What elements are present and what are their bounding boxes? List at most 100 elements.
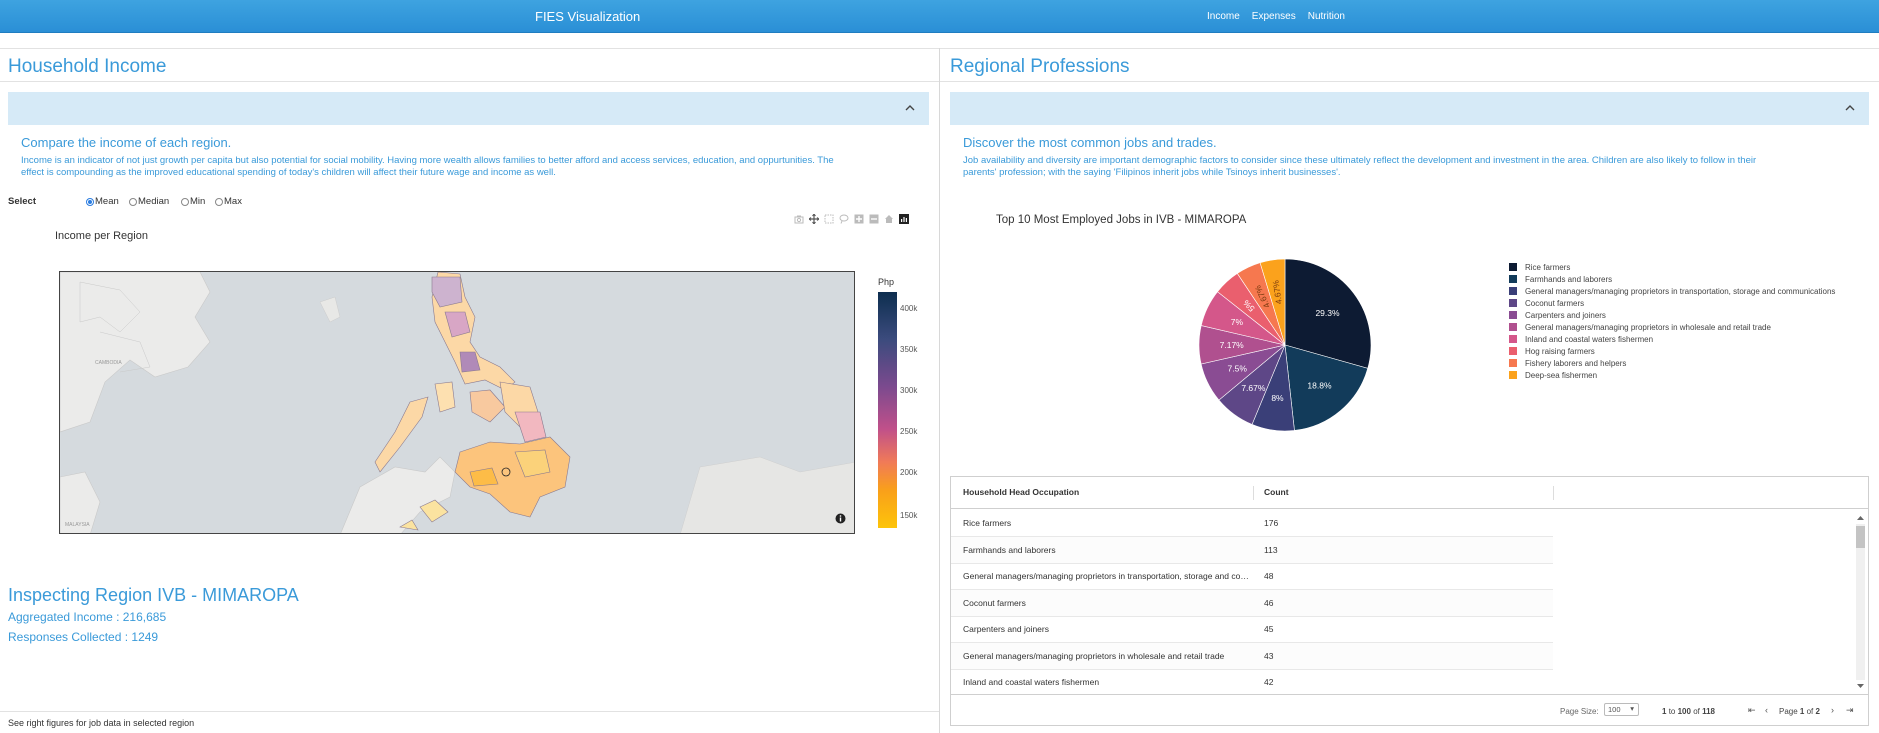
legend-item[interactable]: General managers/managing proprietors in… bbox=[1509, 285, 1835, 297]
scroll-thumb[interactable] bbox=[1856, 526, 1865, 548]
page-of-word: of bbox=[1806, 707, 1814, 716]
first-page-icon[interactable]: ⇤ bbox=[1748, 705, 1756, 716]
scroll-up-arrow-icon[interactable] bbox=[1856, 514, 1865, 522]
table-row[interactable]: Inland and coastal waters fishermen 42 bbox=[951, 669, 1553, 694]
legend-item[interactable]: Rice farmers bbox=[1509, 261, 1835, 273]
radio-min[interactable]: Min bbox=[181, 196, 205, 207]
chevron-up-icon[interactable] bbox=[1843, 101, 1857, 115]
responses-collected: Responses Collected : 1249 bbox=[8, 630, 159, 644]
radio-median-label: Median bbox=[138, 196, 170, 207]
choropleth-map[interactable]: CAMBODIA MALAYSIA bbox=[59, 271, 855, 534]
left-collapse-bar[interactable] bbox=[8, 92, 929, 125]
grid-header-count[interactable]: Count bbox=[1264, 487, 1289, 497]
nav-link-expenses[interactable]: Expenses bbox=[1252, 11, 1296, 22]
pie-slice-label: 29.3% bbox=[1315, 308, 1340, 318]
pie-chart[interactable]: 29.3%18.8%8%7.67%7.5%7.17%7%5%4.67%4.67% bbox=[1190, 250, 1380, 440]
plot-modebar bbox=[794, 213, 909, 225]
colorbar-tick: 350k bbox=[900, 345, 918, 354]
table-row[interactable]: Rice farmers 176 bbox=[951, 510, 1553, 537]
left-footer-divider bbox=[0, 711, 939, 712]
right-collapse-bar[interactable] bbox=[950, 92, 1869, 125]
lasso-icon[interactable] bbox=[839, 214, 849, 224]
grid-header-occupation[interactable]: Household Head Occupation bbox=[963, 487, 1079, 497]
grid-pager: Page Size: 100 ▾ 1 to 100 of 118 ⇤ ‹ Pag… bbox=[951, 694, 1868, 726]
next-page-icon[interactable]: › bbox=[1831, 705, 1834, 715]
range-of-word: of bbox=[1693, 707, 1700, 716]
legend-item[interactable]: Hog raising farmers bbox=[1509, 345, 1835, 357]
top-navbar: FIES Visualization Income Expenses Nutri… bbox=[0, 0, 1879, 33]
cell-count: 43 bbox=[1264, 650, 1274, 661]
right-panel-topline bbox=[940, 48, 1879, 49]
last-page-icon[interactable]: ⇥ bbox=[1846, 705, 1854, 716]
page-size-select[interactable]: 100 ▾ bbox=[1604, 703, 1639, 716]
legend-label: Hog raising farmers bbox=[1525, 346, 1595, 356]
map-canvas[interactable]: CAMBODIA MALAYSIA bbox=[60, 272, 855, 534]
box-select-icon[interactable] bbox=[824, 214, 834, 224]
home-icon[interactable] bbox=[884, 214, 894, 224]
cell-occupation: General managers/managing proprietors in… bbox=[963, 571, 1253, 581]
legend-swatch bbox=[1509, 359, 1517, 367]
legend-swatch bbox=[1509, 347, 1517, 355]
page-indicator: Page 1 of 2 bbox=[1779, 707, 1820, 716]
camera-icon[interactable] bbox=[794, 214, 804, 224]
zoom-in-icon[interactable] bbox=[854, 214, 864, 224]
professions-description-line2: parents' profession; with the saying 'Fi… bbox=[963, 167, 1341, 178]
table-row[interactable]: Carpenters and joiners 45 bbox=[951, 616, 1553, 643]
colorbar-tick: 300k bbox=[900, 386, 918, 395]
legend-label: Inland and coastal waters fishermen bbox=[1525, 334, 1654, 344]
grid-header-separator[interactable] bbox=[1253, 486, 1254, 500]
cell-count: 46 bbox=[1264, 597, 1274, 608]
grid-header-separator[interactable] bbox=[1553, 486, 1554, 500]
legend-item[interactable]: Farmhands and laborers bbox=[1509, 273, 1835, 285]
legend-label: Farmhands and laborers bbox=[1525, 274, 1613, 284]
plotly-logo-icon[interactable] bbox=[899, 214, 909, 224]
cell-occupation: Farmhands and laborers bbox=[963, 544, 1056, 555]
nav-link-income[interactable]: Income bbox=[1207, 11, 1240, 22]
scroll-down-arrow-icon[interactable] bbox=[1856, 682, 1865, 690]
nav-link-nutrition[interactable]: Nutrition bbox=[1308, 11, 1345, 22]
page-size-label: Page Size: bbox=[1560, 707, 1599, 716]
legend-label: Deep-sea fishermen bbox=[1525, 370, 1598, 380]
radio-mean[interactable]: Mean bbox=[86, 196, 119, 207]
previous-page-icon[interactable]: ‹ bbox=[1765, 705, 1768, 715]
cell-occupation: Rice farmers bbox=[963, 518, 1012, 528]
legend-swatch bbox=[1509, 323, 1517, 331]
table-row[interactable]: General managers/managing proprietors in… bbox=[951, 563, 1553, 590]
legend-item[interactable]: Carpenters and joiners bbox=[1509, 309, 1835, 321]
page-size-value: 100 bbox=[1608, 705, 1621, 714]
professions-description-line1: Job availability and diversity are impor… bbox=[963, 155, 1757, 166]
zoom-out-icon[interactable] bbox=[869, 214, 879, 224]
inspect-region-title: Inspecting Region IVB - MIMAROPA bbox=[8, 585, 299, 605]
statistic-select: Select Mean Median Min Max bbox=[8, 195, 308, 209]
colorbar-tick: 400k bbox=[900, 304, 918, 313]
grid-vertical-scrollbar[interactable] bbox=[1854, 512, 1866, 692]
chevron-up-icon[interactable] bbox=[903, 101, 917, 115]
legend-swatch bbox=[1509, 263, 1517, 271]
legend-item[interactable]: General managers/managing proprietors in… bbox=[1509, 321, 1835, 333]
radio-dot[interactable] bbox=[129, 197, 137, 206]
right-panel-title: Regional Professions bbox=[950, 56, 1130, 77]
radio-dot[interactable] bbox=[215, 197, 223, 206]
radio-dot[interactable] bbox=[181, 197, 189, 206]
legend-item[interactable]: Fishery laborers and helpers bbox=[1509, 357, 1835, 369]
app-brand[interactable]: FIES Visualization bbox=[535, 9, 640, 24]
legend-swatch bbox=[1509, 311, 1517, 319]
legend-label: Coconut farmers bbox=[1525, 298, 1585, 308]
radio-median[interactable]: Median bbox=[129, 196, 169, 207]
legend-item[interactable]: Inland and coastal waters fishermen bbox=[1509, 333, 1835, 345]
legend-item[interactable]: Deep-sea fishermen bbox=[1509, 369, 1835, 381]
select-label: Select bbox=[8, 196, 36, 207]
colorbar-title: Php bbox=[878, 277, 895, 287]
legend-label: General managers/managing proprietors in… bbox=[1525, 322, 1771, 332]
pie-slice-label: 8% bbox=[1271, 393, 1284, 403]
radio-max[interactable]: Max bbox=[215, 196, 242, 207]
info-icon[interactable] bbox=[835, 513, 846, 524]
colorbar-tick: 250k bbox=[900, 427, 918, 436]
pan-icon[interactable] bbox=[809, 214, 819, 224]
radio-dot-selected[interactable] bbox=[86, 197, 94, 206]
table-row[interactable]: Coconut farmers 46 bbox=[951, 589, 1553, 617]
legend-item[interactable]: Coconut farmers bbox=[1509, 297, 1835, 309]
table-row[interactable]: General managers/managing proprietors in… bbox=[951, 642, 1553, 670]
table-row[interactable]: Farmhands and laborers 113 bbox=[951, 536, 1553, 564]
income-subheading: Compare the income of each region. bbox=[21, 135, 232, 150]
